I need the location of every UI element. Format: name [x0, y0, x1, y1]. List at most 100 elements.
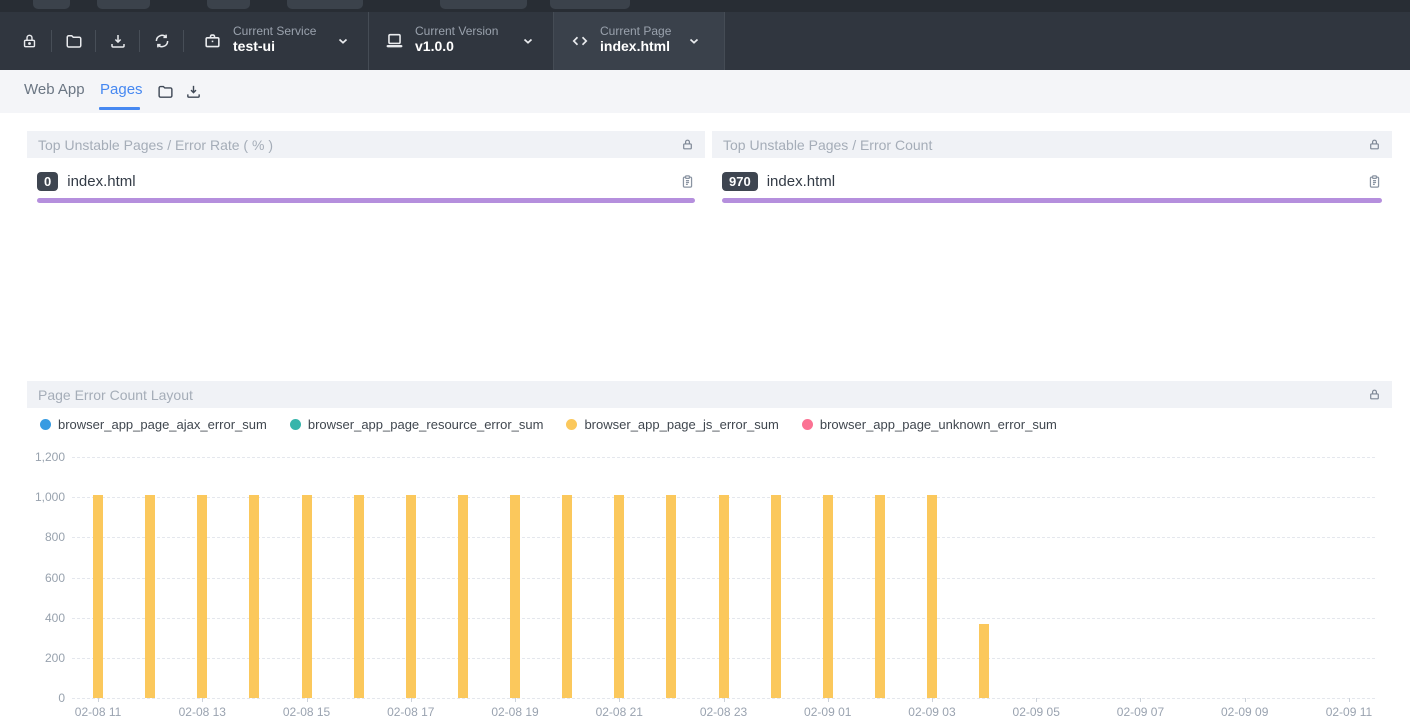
lock-icon[interactable]	[681, 138, 694, 151]
bar[interactable]	[93, 495, 103, 698]
y-axis-label: 800	[27, 530, 65, 544]
bar[interactable]	[197, 495, 207, 698]
main-toolbar: Current Service test-ui Current Version …	[0, 12, 1410, 70]
cutoff-button[interactable]	[97, 0, 150, 9]
cutoff-button[interactable]	[440, 0, 527, 9]
lock-icon[interactable]	[1368, 388, 1381, 401]
clipboard-icon[interactable]	[680, 173, 695, 190]
current-page-text: Current Page index.html	[600, 24, 671, 55]
tab-bar: Web App Pages	[0, 70, 1410, 113]
legend-dot	[290, 419, 301, 430]
legend-label: browser_app_page_js_error_sum	[584, 417, 778, 432]
x-axis-tick	[1245, 698, 1246, 702]
bar[interactable]	[719, 495, 729, 698]
folder-icon[interactable]	[157, 83, 174, 100]
bar[interactable]	[875, 495, 885, 698]
y-axis-label: 1,200	[27, 450, 65, 464]
download-icon[interactable]	[185, 83, 202, 100]
cutoff-button[interactable]	[207, 0, 250, 9]
x-axis-tick	[1036, 698, 1037, 702]
current-version-text: Current Version v1.0.0	[415, 24, 498, 55]
x-axis-tick	[1349, 698, 1350, 702]
bar[interactable]	[666, 495, 676, 698]
bar[interactable]	[979, 624, 989, 698]
bar[interactable]	[562, 495, 572, 698]
refresh-icon[interactable]	[153, 32, 171, 50]
bar[interactable]	[771, 495, 781, 698]
error-count-bar-chart: 02004006008001,0001,20002-08 1102-08 130…	[27, 443, 1392, 717]
legend-item[interactable]: browser_app_page_ajax_error_sum	[40, 417, 267, 432]
legend-label: browser_app_page_resource_error_sum	[308, 417, 544, 432]
version-device-icon	[385, 32, 404, 51]
chevron-down-icon	[336, 34, 350, 48]
x-axis-tick	[411, 698, 412, 702]
service-box-icon	[203, 32, 222, 51]
unstable-page-row[interactable]: 970 index.html	[712, 172, 1392, 191]
panel-error-count: Top Unstable Pages / Error Count 970 ind…	[712, 131, 1392, 203]
bar[interactable]	[354, 495, 364, 698]
folder-icon[interactable]	[65, 32, 83, 50]
cutoff-button[interactable]	[33, 0, 70, 9]
current-service-value: test-ui	[233, 38, 316, 55]
bar[interactable]	[458, 495, 468, 698]
bar[interactable]	[406, 495, 416, 698]
bar[interactable]	[249, 495, 259, 698]
y-gridline	[72, 457, 1375, 458]
y-axis-label: 200	[27, 651, 65, 665]
legend-dot	[40, 419, 51, 430]
unstable-page-row[interactable]: 0 index.html	[27, 172, 705, 191]
legend-item[interactable]: browser_app_page_js_error_sum	[566, 417, 778, 432]
tab-web-app[interactable]: Web App	[24, 70, 85, 110]
bar[interactable]	[302, 495, 312, 698]
panel-title: Top Unstable Pages / Error Count	[723, 137, 932, 153]
y-axis-label: 0	[27, 691, 65, 705]
legend-label: browser_app_page_ajax_error_sum	[58, 417, 267, 432]
download-icon[interactable]	[109, 32, 127, 50]
panel-error-rate: Top Unstable Pages / Error Rate ( % ) 0 …	[27, 131, 705, 203]
x-axis-tick	[932, 698, 933, 702]
chart-panel-header: Page Error Count Layout	[27, 381, 1392, 408]
panel-title: Top Unstable Pages / Error Rate ( % )	[38, 137, 273, 153]
bar[interactable]	[145, 495, 155, 698]
legend-label: browser_app_page_unknown_error_sum	[820, 417, 1057, 432]
code-icon	[570, 31, 590, 51]
bar[interactable]	[510, 495, 520, 698]
x-axis-tick	[828, 698, 829, 702]
bar[interactable]	[927, 495, 937, 698]
chart-legend: browser_app_page_ajax_error_sum browser_a…	[40, 417, 1057, 432]
legend-item[interactable]: browser_app_page_resource_error_sum	[290, 417, 544, 432]
current-page-value: index.html	[600, 38, 671, 55]
x-axis-tick	[515, 698, 516, 702]
y-axis-label: 1,000	[27, 490, 65, 504]
current-page-label: Current Page	[600, 24, 671, 38]
page-name: index.html	[767, 173, 835, 190]
current-version-value: v1.0.0	[415, 38, 498, 55]
x-axis-tick	[202, 698, 203, 702]
lock-icon[interactable]	[21, 33, 38, 50]
lock-icon[interactable]	[1368, 138, 1381, 151]
panel-error-rate-header: Top Unstable Pages / Error Rate ( % )	[27, 131, 705, 158]
legend-dot	[802, 419, 813, 430]
tab-pages[interactable]: Pages	[100, 70, 143, 110]
panel-page-error-chart: Page Error Count Layout browser_app_page…	[27, 381, 1392, 717]
page-name: index.html	[67, 173, 135, 190]
current-version-label: Current Version	[415, 24, 498, 38]
cutoff-button[interactable]	[550, 0, 630, 9]
bar[interactable]	[823, 495, 833, 698]
active-tab-underline	[99, 107, 140, 110]
bar[interactable]	[614, 495, 624, 698]
value-badge: 970	[722, 172, 758, 191]
current-page-dropdown[interactable]: Current Page index.html	[554, 12, 724, 70]
cutoff-button[interactable]	[287, 0, 363, 9]
legend-item[interactable]: browser_app_page_unknown_error_sum	[802, 417, 1057, 432]
rank-bar	[722, 198, 1382, 203]
rank-bar	[37, 198, 695, 203]
x-axis-tick	[307, 698, 308, 702]
x-axis-tick	[98, 698, 99, 702]
current-service-text: Current Service test-ui	[233, 24, 316, 55]
y-axis-label: 600	[27, 571, 65, 585]
clipboard-icon[interactable]	[1367, 173, 1382, 190]
panel-error-count-header: Top Unstable Pages / Error Count	[712, 131, 1392, 158]
value-badge: 0	[37, 172, 58, 191]
y-axis-label: 400	[27, 611, 65, 625]
